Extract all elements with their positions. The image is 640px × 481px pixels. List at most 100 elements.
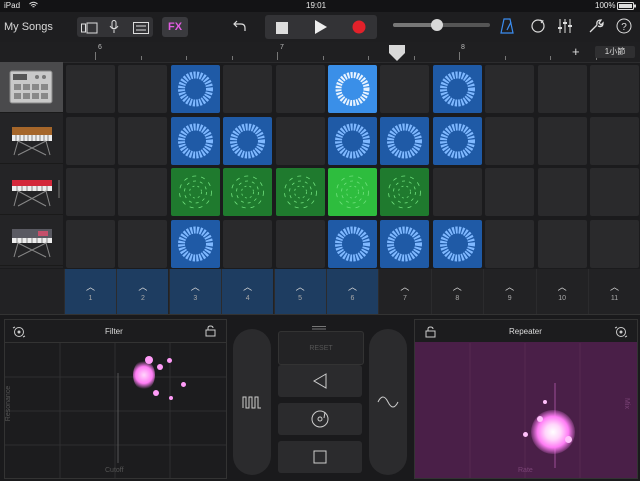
wave-button[interactable] [369, 329, 407, 475]
mixer-icon[interactable] [133, 21, 149, 39]
red-keyboard-track[interactable] [0, 164, 63, 215]
eq-icon[interactable] [557, 18, 573, 34]
empty-cell[interactable] [590, 65, 639, 113]
help-icon[interactable]: ? [616, 18, 632, 34]
empty-cell[interactable] [590, 219, 639, 268]
empty-cell[interactable] [537, 168, 587, 216]
loop-cell[interactable] [170, 65, 220, 113]
synth-keyboard-track[interactable] [0, 113, 63, 164]
reverse-button[interactable] [278, 365, 362, 397]
volume-slider[interactable] [393, 19, 490, 31]
loop-cell[interactable] [170, 219, 220, 268]
stop-icon[interactable] [276, 21, 288, 39]
scratch-button[interactable] [278, 403, 362, 435]
fx-button[interactable]: FX [162, 17, 188, 37]
synth-keyboard-icon [12, 127, 52, 156]
loop-cell[interactable] [328, 116, 377, 165]
section-length-button[interactable]: 1小節 [595, 46, 635, 58]
column-trigger[interactable]: ︿ 2 [116, 269, 169, 314]
empty-cell[interactable] [485, 116, 535, 165]
resize-handle[interactable] [58, 180, 61, 198]
empty-cell[interactable] [275, 116, 325, 165]
empty-cell[interactable] [118, 168, 168, 216]
fx-panel: Filter Resonance Cutoff RESET Repeater M… [0, 314, 640, 481]
bar-number: 8 [461, 44, 465, 51]
record-fx-icon[interactable] [12, 325, 26, 343]
empty-cell[interactable] [485, 168, 535, 216]
column-trigger[interactable]: ︿ 5 [273, 269, 326, 314]
loop-cell[interactable] [380, 116, 430, 165]
lock-icon[interactable] [205, 324, 216, 342]
loop-cell[interactable] [432, 219, 482, 268]
column-trigger[interactable]: ︿ 6 [326, 269, 378, 314]
metronome-icon[interactable] [500, 18, 514, 34]
empty-cell[interactable] [275, 65, 325, 113]
loop-cell[interactable] [432, 116, 482, 165]
bar-number: 6 [98, 44, 102, 51]
filter-x-label: Cutoff [105, 467, 124, 474]
filter-xy-pad[interactable]: Filter Resonance Cutoff [4, 319, 227, 479]
empty-cell[interactable] [590, 116, 639, 165]
workstation-keyboard-track[interactable] [0, 215, 63, 266]
browser-icon[interactable] [81, 21, 99, 39]
empty-cell[interactable] [275, 219, 325, 268]
lock-icon[interactable] [425, 325, 436, 343]
loop-cell[interactable] [380, 219, 430, 268]
empty-cell[interactable] [380, 65, 430, 113]
my-songs-button[interactable]: My Songs [4, 19, 53, 35]
empty-cell[interactable] [432, 168, 482, 216]
loop-cell[interactable] [380, 168, 430, 216]
column-trigger[interactable]: ︿ 10 [535, 269, 588, 314]
volume-slider-knob[interactable] [431, 19, 443, 31]
timeline-ruler[interactable]: 6 7 8 + 1小節 [0, 42, 640, 63]
loop-cell[interactable] [170, 168, 220, 216]
pattern-region-icon [283, 175, 317, 209]
play-icon[interactable] [315, 20, 327, 39]
record-fx-icon[interactable] [614, 325, 628, 343]
column-trigger[interactable]: ︿ 7 [378, 269, 430, 314]
empty-cell[interactable] [66, 116, 115, 165]
column-trigger[interactable]: ︿ 4 [221, 269, 274, 314]
empty-cell[interactable] [66, 168, 115, 216]
square-icon [313, 450, 327, 464]
empty-cell[interactable] [223, 65, 273, 113]
column-trigger[interactable]: ︿ 11 [588, 269, 640, 314]
loop-icon[interactable] [530, 18, 546, 34]
add-section-button[interactable]: + [572, 44, 580, 59]
empty-cell[interactable] [537, 65, 587, 113]
loop-cell[interactable] [223, 116, 273, 165]
loop-cell[interactable] [328, 219, 377, 268]
column-trigger[interactable]: ︿ 9 [483, 269, 535, 314]
empty-cell[interactable] [118, 65, 168, 113]
loop-cell[interactable] [328, 168, 377, 216]
record-icon[interactable] [352, 20, 366, 39]
empty-cell[interactable] [66, 219, 115, 268]
empty-cell[interactable] [66, 65, 115, 113]
loop-cell[interactable] [275, 168, 325, 216]
column-trigger[interactable]: ︿ 8 [430, 269, 483, 314]
empty-cell[interactable] [590, 168, 639, 216]
column-trigger[interactable]: ︿ 1 [64, 269, 116, 314]
drum-machine-track[interactable] [0, 62, 63, 113]
column-number: 3 [193, 294, 198, 302]
reset-button[interactable]: RESET [278, 331, 364, 365]
empty-cell[interactable] [485, 219, 535, 268]
loop-cell[interactable] [223, 168, 273, 216]
empty-cell[interactable] [537, 116, 587, 165]
empty-cell[interactable] [537, 219, 587, 268]
mic-icon[interactable] [109, 20, 119, 39]
tape-stop-button[interactable] [278, 441, 362, 473]
wrench-icon[interactable] [588, 18, 604, 34]
empty-cell[interactable] [118, 219, 168, 268]
loop-cell[interactable] [432, 65, 482, 113]
loop-cell[interactable] [170, 116, 220, 165]
loop-cell[interactable] [328, 65, 377, 113]
empty-cell[interactable] [118, 116, 168, 165]
panel-drag-handle[interactable] [312, 317, 326, 330]
column-trigger[interactable]: ︿ 3 [168, 269, 221, 314]
repeater-xy-pad[interactable]: Repeater Mix Rate [414, 319, 638, 479]
empty-cell[interactable] [485, 65, 535, 113]
undo-icon[interactable] [233, 20, 247, 32]
gate-button[interactable] [233, 329, 271, 475]
empty-cell[interactable] [223, 219, 273, 268]
